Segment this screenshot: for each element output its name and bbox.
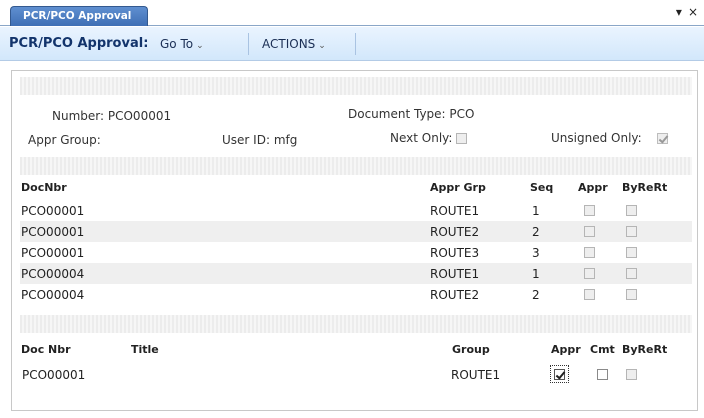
cell-docnbr: PCO00001 xyxy=(21,204,85,218)
appr-checkbox[interactable] xyxy=(584,289,595,300)
goto-label: Go To xyxy=(160,37,194,51)
document-type-label: Document Type: xyxy=(348,107,446,121)
cell-seq: 1 xyxy=(532,204,540,218)
cell-seq: 2 xyxy=(532,288,540,302)
number-label: Number: xyxy=(52,109,105,123)
close-icon[interactable]: × xyxy=(688,5,698,19)
menu-dropdown-icon[interactable]: ▾ xyxy=(676,5,682,19)
appr-checkbox[interactable] xyxy=(584,268,595,279)
column-header-byrert[interactable]: ByReRt xyxy=(622,181,667,194)
cell-appr-grp: ROUTE1 xyxy=(430,267,480,281)
column-header-doc-nbr[interactable]: Doc Nbr xyxy=(21,343,71,356)
cell-docnbr: PCO00001 xyxy=(21,225,85,239)
column-header-appr[interactable]: Appr xyxy=(551,343,581,356)
section-header-bar xyxy=(20,77,692,95)
approval-panel: Number: PCO00001 Document Type: PCO Appr… xyxy=(11,70,698,411)
appr-checkbox[interactable] xyxy=(584,226,595,237)
tab-pcr-pco-approval[interactable]: PCR/PCO Approval xyxy=(10,6,148,26)
number-value[interactable]: PCO00001 xyxy=(108,109,171,123)
toolbar-divider xyxy=(355,33,356,55)
cell-group: ROUTE1 xyxy=(451,368,501,382)
byrert-checkbox[interactable] xyxy=(626,226,637,237)
unsigned-only-checkbox[interactable] xyxy=(657,133,668,144)
chevron-down-icon: ⌄ xyxy=(196,41,204,51)
cell-appr-grp: ROUTE2 xyxy=(430,288,480,302)
cmt-checkbox[interactable] xyxy=(597,369,608,380)
table-row[interactable]: PCO00001 ROUTE1 xyxy=(20,364,692,385)
number-field[interactable]: Number: PCO00001 xyxy=(52,109,171,123)
cell-appr-grp: ROUTE1 xyxy=(430,204,480,218)
column-header-docnbr[interactable]: DocNbr xyxy=(21,181,67,194)
section-header-bar xyxy=(20,315,692,333)
cell-appr-grp: ROUTE2 xyxy=(430,225,480,239)
byrert-checkbox[interactable] xyxy=(626,369,637,380)
column-header-group[interactable]: Group xyxy=(452,343,490,356)
appr-checkbox[interactable] xyxy=(554,369,565,380)
cell-docnbr: PCO00004 xyxy=(21,288,85,302)
user-id-field: User ID: mfg xyxy=(222,133,297,147)
appr-group-label: Appr Group: xyxy=(28,133,101,147)
appr-checkbox[interactable] xyxy=(584,247,595,258)
appr-checkbox[interactable] xyxy=(584,205,595,216)
goto-menu-button[interactable]: Go To ⌄ xyxy=(160,37,204,51)
column-header-cmt[interactable]: Cmt xyxy=(590,343,615,356)
toolbar-divider xyxy=(248,33,249,55)
chevron-down-icon: ⌄ xyxy=(318,41,326,51)
column-header-appr[interactable]: Appr xyxy=(578,181,608,194)
cell-seq: 1 xyxy=(532,267,540,281)
cell-doc-nbr: PCO00001 xyxy=(22,368,86,382)
byrert-checkbox[interactable] xyxy=(626,289,637,300)
byrert-checkbox[interactable] xyxy=(626,205,637,216)
cell-docnbr: PCO00004 xyxy=(21,267,85,281)
window-controls: ▾ × xyxy=(676,5,698,19)
next-only-checkbox[interactable] xyxy=(456,133,467,144)
next-only-label: Next Only: xyxy=(390,131,453,145)
unsigned-only-label: Unsigned Only: xyxy=(551,131,642,145)
tab-strip: PCR/PCO Approval ▾ × xyxy=(0,0,704,26)
cell-appr-grp: ROUTE3 xyxy=(430,246,480,260)
page-title: PCR/PCO Approval: xyxy=(9,36,149,51)
table-row[interactable]: PCO00004 ROUTE2 2 xyxy=(20,284,692,305)
user-id-value: mfg xyxy=(273,133,298,147)
byrert-checkbox[interactable] xyxy=(626,247,637,258)
document-type-field: Document Type: PCO xyxy=(348,107,474,121)
cell-seq: 2 xyxy=(532,225,540,239)
actions-menu-button[interactable]: ACTIONS ⌄ xyxy=(262,37,326,51)
column-header-seq[interactable]: Seq xyxy=(530,181,553,194)
byrert-checkbox[interactable] xyxy=(626,268,637,279)
table-row[interactable]: PCO00001 ROUTE1 1 xyxy=(20,200,692,221)
table-row[interactable]: PCO00001 ROUTE3 3 xyxy=(20,242,692,263)
column-header-title[interactable]: Title xyxy=(131,343,159,356)
cell-seq: 3 xyxy=(532,246,540,260)
section-header-bar xyxy=(20,157,692,175)
actions-label: ACTIONS xyxy=(262,37,316,51)
column-header-appr-grp[interactable]: Appr Grp xyxy=(430,181,486,194)
toolbar: PCR/PCO Approval: Go To ⌄ ACTIONS ⌄ xyxy=(0,27,704,61)
column-header-byrert[interactable]: ByReRt xyxy=(622,343,667,356)
user-id-label: User ID: xyxy=(222,133,270,147)
table-row[interactable]: PCO00004 ROUTE1 1 xyxy=(20,263,692,284)
cell-docnbr: PCO00001 xyxy=(21,246,85,260)
table-row[interactable]: PCO00001 ROUTE2 2 xyxy=(20,221,692,242)
document-type-value: PCO xyxy=(449,107,475,121)
